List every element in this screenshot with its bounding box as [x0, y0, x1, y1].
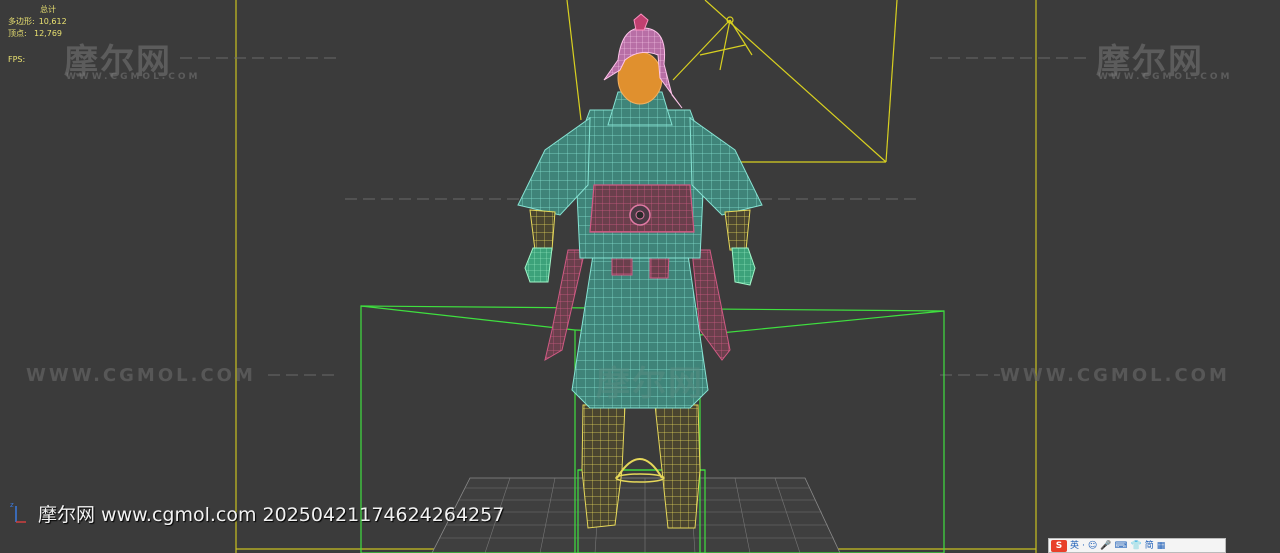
- watermark-sub-left: WWW.CGMOL.COM: [66, 72, 201, 82]
- ime-keyboard-icon[interactable]: ⌨: [1115, 540, 1128, 552]
- stats-header: 总计: [40, 5, 56, 14]
- character-model[interactable]: [517, 13, 763, 529]
- viewport-stats: 总计 多边形: 10,612 顶点: 12,769 FPS:: [8, 4, 67, 66]
- ime-emoji-icon[interactable]: ☺: [1088, 540, 1097, 552]
- ime-mic-icon[interactable]: 🎤: [1100, 540, 1111, 552]
- verts-value: 12,769: [34, 29, 62, 38]
- polys-label: 多边形:: [8, 17, 35, 26]
- axis-tripod: z: [8, 500, 28, 528]
- axis-icon: z: [10, 501, 26, 523]
- watermark-url-right: WWW.CGMOL.COM: [1000, 365, 1230, 386]
- verts-label: 顶点:: [8, 29, 27, 38]
- axis-label: z: [10, 501, 14, 509]
- ime-lang-toggle[interactable]: 英: [1070, 540, 1079, 552]
- polys-value: 10,612: [38, 17, 67, 26]
- fps-label: FPS:: [8, 55, 26, 64]
- footer-watermark: 摩尔网 www.cgmol.com 20250421174624264257: [38, 504, 505, 526]
- ime-simplified-toggle[interactable]: 简: [1145, 540, 1154, 552]
- stats-polys-row: 多边形: 10,612: [8, 16, 67, 28]
- viewport[interactable]: 总计 多边形: 10,612 顶点: 12,769 FPS: 摩尔网 WWW.C…: [0, 0, 1280, 553]
- ime-logo-icon[interactable]: S: [1051, 539, 1067, 552]
- ime-toolbar[interactable]: S 英 · ☺ 🎤 ⌨ 👕 简 ▦: [1048, 538, 1226, 553]
- stats-verts-row: 顶点: 12,769: [8, 28, 67, 40]
- watermark-url-left: WWW.CGMOL.COM: [26, 365, 256, 386]
- watermark-logo-center: 摩尔网: [596, 364, 704, 404]
- scene-canvas[interactable]: [0, 0, 1280, 553]
- ime-punct-icon[interactable]: ·: [1082, 540, 1085, 552]
- watermark-sub-right: WWW.CGMOL.COM: [1098, 72, 1233, 82]
- ime-skin-icon[interactable]: 👕: [1131, 540, 1142, 552]
- ime-menu-icon[interactable]: ▦: [1157, 540, 1166, 552]
